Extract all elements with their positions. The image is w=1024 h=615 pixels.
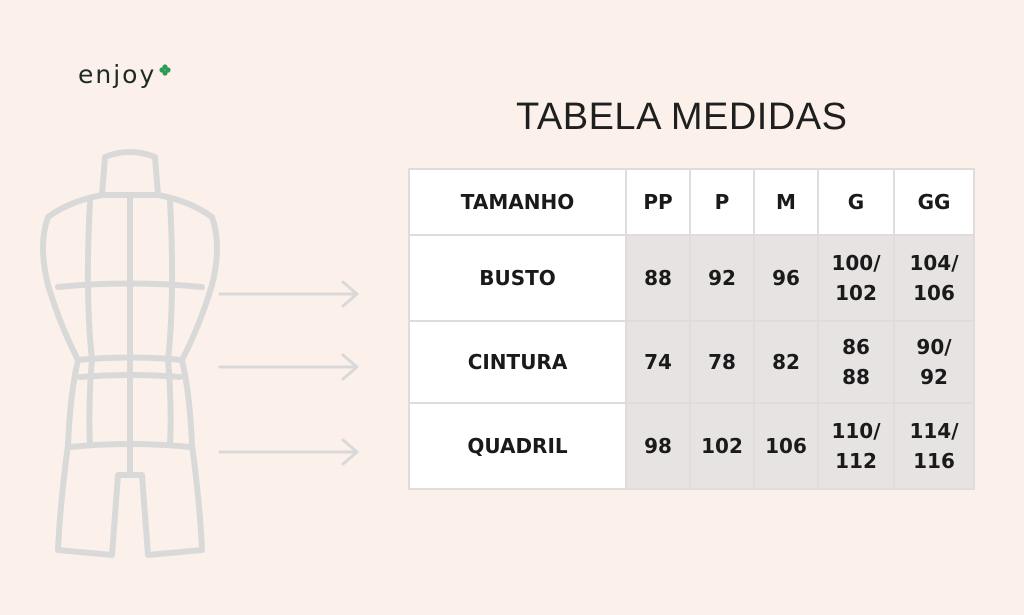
cell-gg-line1: 90/ <box>916 335 952 359</box>
cell-m: 82 <box>753 320 819 404</box>
cell-m: 96 <box>753 234 819 322</box>
table-row: CINTURA 74 78 82 86 88 90/92 <box>408 320 975 404</box>
cell-p: 102 <box>689 402 755 490</box>
mannequin-illustration <box>40 149 220 558</box>
header-m: M <box>753 168 819 236</box>
cell-gg: 104/106 <box>893 234 975 322</box>
cell-g-line2: 88 <box>842 365 870 389</box>
header-p: P <box>689 168 755 236</box>
row-label: CINTURA <box>408 320 627 404</box>
cell-g-line2: 102 <box>835 281 877 305</box>
cell-g: 110/112 <box>817 402 895 490</box>
cell-pp: 88 <box>625 234 691 322</box>
brand-name: enjoy <box>78 60 157 89</box>
cell-gg-line1: 104/ <box>909 251 959 275</box>
cell-gg: 90/92 <box>893 320 975 404</box>
cell-gg-line2: 106 <box>913 281 955 305</box>
cell-g-line1: 86 <box>842 335 870 359</box>
brand-logo: enjoy <box>78 60 171 89</box>
header-tamanho: TAMANHO <box>408 168 627 236</box>
clover-icon <box>159 63 171 76</box>
cell-gg: 114/116 <box>893 402 975 490</box>
cell-g: 86 88 <box>817 320 895 404</box>
cell-gg-line2: 116 <box>913 449 955 473</box>
row-label: BUSTO <box>408 234 627 322</box>
page-title: TABELA MEDIDAS <box>516 96 848 138</box>
cell-g-line1: 110/ <box>831 419 881 443</box>
row-label: QUADRIL <box>408 402 627 490</box>
size-table: TAMANHO PP P M G GG BUSTO 88 92 96 100/1… <box>408 168 975 490</box>
cell-gg-line2: 92 <box>920 365 948 389</box>
cell-g-line2: 112 <box>835 449 877 473</box>
cell-pp: 74 <box>625 320 691 404</box>
table-header-row: TAMANHO PP P M G GG <box>408 168 975 236</box>
table-row: BUSTO 88 92 96 100/102 104/106 <box>408 234 975 322</box>
cell-g-line1: 100/ <box>831 251 881 275</box>
header-g: G <box>817 168 895 236</box>
cell-gg-line1: 114/ <box>909 419 959 443</box>
header-pp: PP <box>625 168 691 236</box>
measure-arrows <box>218 280 359 466</box>
header-gg: GG <box>893 168 975 236</box>
cell-p: 78 <box>689 320 755 404</box>
table-row: QUADRIL 98 102 106 110/112 114/116 <box>408 402 975 490</box>
cell-p: 92 <box>689 234 755 322</box>
cell-m: 106 <box>753 402 819 490</box>
cell-pp: 98 <box>625 402 691 490</box>
cell-g: 100/102 <box>817 234 895 322</box>
